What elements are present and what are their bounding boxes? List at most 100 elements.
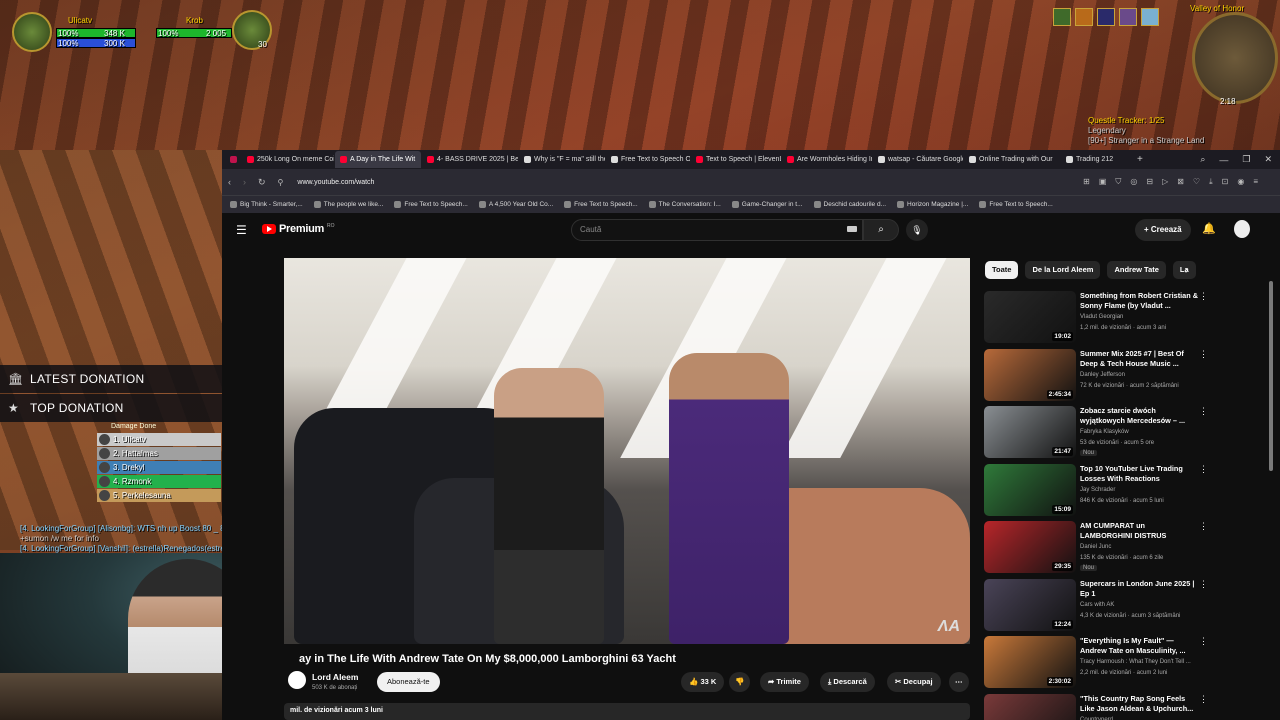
kebab-menu-icon[interactable]: ⋮ [1199,636,1208,647]
subscribe-button[interactable]: Abonează-te [377,672,440,692]
recommended-video[interactable]: 12:24 Supercars in London June 2025 | Ep … [984,578,1254,631]
video-thumbnail[interactable]: 19:02 [984,291,1076,343]
screenshot-icon[interactable]: ▣ [1099,177,1107,187]
bookmark-item[interactable]: Deschid cadourile d... [813,201,886,208]
back-icon[interactable]: ‹ [228,177,231,187]
new-tab-button[interactable]: + [1132,151,1148,168]
video-thumbnail[interactable]: 15:09 [984,463,1076,516]
bookmark-item[interactable]: Free Text to Speech... [394,201,468,208]
video-thumbnail[interactable]: 2:45:34 [984,348,1076,401]
clip-button[interactable]: ✂ Decupaj [887,672,941,692]
browser-tab[interactable]: 250k Long On meme Coin [242,151,334,168]
url-field[interactable]: www.youtube.com/watch [297,179,374,186]
browser-tab[interactable]: watsap - Căutare Google [873,151,963,168]
buff-icon[interactable] [1097,8,1115,26]
bookmark-item[interactable]: Free Text to Speech... [979,201,1053,208]
chevron-right-icon[interactable]: › [1185,265,1188,276]
recommended-video[interactable]: "This Country Rap Song Feels Like Jason … [984,693,1254,720]
search-input[interactable]: Caută [571,219,863,241]
video-thumbnail[interactable]: 2:30:02 [984,636,1076,688]
channel-name[interactable]: Lord Aleem [312,672,358,682]
video-thumbnail[interactable]: 21:47 [984,406,1076,458]
reader-icon[interactable]: ⊟ [1146,177,1153,187]
recommended-video[interactable]: 15:09 Top 10 YouTuber Live Trading Losses… [984,463,1254,516]
browser-tab[interactable]: Text to Speech | ElevenLa [691,151,781,168]
kebab-menu-icon[interactable]: ⋮ [1199,406,1208,417]
more-actions-button[interactable]: ⋯ [949,672,969,692]
kebab-menu-icon[interactable]: ⋮ [1199,694,1208,705]
forward-icon[interactable]: › [243,177,246,187]
page-info-icon[interactable]: ⚲ [278,178,284,187]
browser-tab[interactable]: 4- BASS DRIVE 2025 | Be [422,151,518,168]
buff-icon[interactable] [1119,8,1137,26]
filter-chip[interactable]: Toate [985,261,1019,279]
create-button[interactable]: + Creează [1135,219,1191,241]
lock-icon[interactable]: ⊡ [1222,177,1229,187]
buff-icon[interactable] [1141,8,1159,26]
filter-chip[interactable]: De la Lord Aleem [1025,261,1101,279]
firefox-view-icon[interactable] [226,151,241,168]
video-thumbnail[interactable]: 12:24 [984,578,1076,631]
browser-tab[interactable]: Why is "F = ma" still the [519,151,605,168]
quest-tracker[interactable]: Questle Tracker: 1/25 Legendary [90+] St… [1088,116,1204,146]
browser-tab[interactable]: Online Trading with Our [964,151,1060,168]
bookmark-item[interactable]: The people we like... [313,201,383,208]
shield-icon[interactable]: ⛉ [1115,177,1121,187]
video-thumbnail[interactable] [984,693,1076,720]
keyboard-icon[interactable] [847,226,857,232]
target-frame[interactable]: Krob 100% 2 005 30 [150,10,280,60]
browser-tab[interactable]: Trading 212 [1061,151,1131,168]
bookmark-item[interactable]: Free Text to Speech... [564,201,638,208]
recommended-video[interactable]: 19:02 Something from Robert Cristian & So… [984,291,1254,343]
dislike-button[interactable]: 👎 [729,672,751,692]
video-description[interactable]: mil. de vizionări acum 3 luni [284,703,970,720]
video-thumbnail[interactable]: 29:35 [984,521,1076,573]
minimize-icon[interactable]: — [1219,155,1228,165]
close-icon[interactable]: ✕ [1264,154,1272,165]
bookmark-item[interactable]: The Conversation: I... [648,201,721,208]
damage-meter[interactable]: Damage Done 1. Ulicatv 2. Hattalmas 3. Dre… [97,423,221,502]
download-button[interactable]: ⤓ Descarcă [820,672,875,692]
translate-icon[interactable]: ◎ [1130,177,1137,187]
browser-tab[interactable]: Are Wormholes Hiding In [782,151,872,168]
browser-tab[interactable]: Free Text to Speech Onli [606,151,690,168]
bookmark-item[interactable]: Horizon Magazine |... [897,201,968,208]
mic-icon[interactable]: 🎙 [906,219,928,241]
kebab-menu-icon[interactable]: ⋮ [1199,291,1208,302]
download-icon[interactable]: ⤓ [1209,177,1213,187]
menu-icon[interactable]: ☰ [236,223,247,237]
share-button[interactable]: ➦ Trimite [760,672,809,692]
menu-icon[interactable]: ≡ [1253,177,1258,187]
account-icon[interactable]: ◉ [1237,177,1244,187]
recommended-video[interactable]: 2:30:02 "Everything Is My Fault" — Andrew… [984,636,1254,688]
recommended-video[interactable]: 2:45:34 Summer Mix 2025 #7 | Best Of Deep… [984,348,1254,401]
buff-icon[interactable] [1053,8,1071,26]
bookmark-item[interactable]: A 4,500 Year Old Co... [478,201,553,208]
video-player[interactable]: ΛA [284,258,970,644]
heart-icon[interactable]: ♡ [1193,177,1200,187]
player-frame[interactable]: Ulicatv 100% 348 K 100% 300 K [10,10,136,60]
scrollbar[interactable] [1269,281,1273,471]
youtube-logo[interactable]: Premium RO [262,223,334,235]
extension-icon[interactable]: ⊞ [1083,177,1090,187]
channel-avatar[interactable] [288,671,306,689]
kebab-menu-icon[interactable]: ⋮ [1199,349,1208,360]
play-icon[interactable]: ▷ [1162,177,1168,187]
browser-tab[interactable]: A Day in The Life Wit [335,151,421,168]
bell-icon[interactable]: 🔔 [1202,222,1216,235]
maximize-icon[interactable]: ❐ [1242,154,1250,165]
kebab-menu-icon[interactable]: ⋮ [1199,464,1208,475]
bookmark-item[interactable]: Game-Changer in t... [731,201,803,208]
bookmark-item[interactable]: Big Think - Smarter,... [230,201,303,208]
search-button[interactable]: ⌕ [863,219,899,241]
pocket-icon[interactable]: ⊠ [1177,177,1184,187]
reload-icon[interactable]: ↻ [258,177,266,188]
recommended-video[interactable]: 29:35 AM CUMPARAT un LAMBORGHINI DISTRUS D… [984,521,1254,573]
buff-icon[interactable] [1075,8,1093,26]
kebab-menu-icon[interactable]: ⋮ [1199,579,1208,590]
kebab-menu-icon[interactable]: ⋮ [1199,521,1208,532]
minimap[interactable] [1192,12,1278,104]
avatar[interactable] [1234,220,1250,238]
search-tabs-icon[interactable]: ⌕ [1200,154,1205,165]
filter-chip[interactable]: Andrew Tate [1107,261,1166,279]
